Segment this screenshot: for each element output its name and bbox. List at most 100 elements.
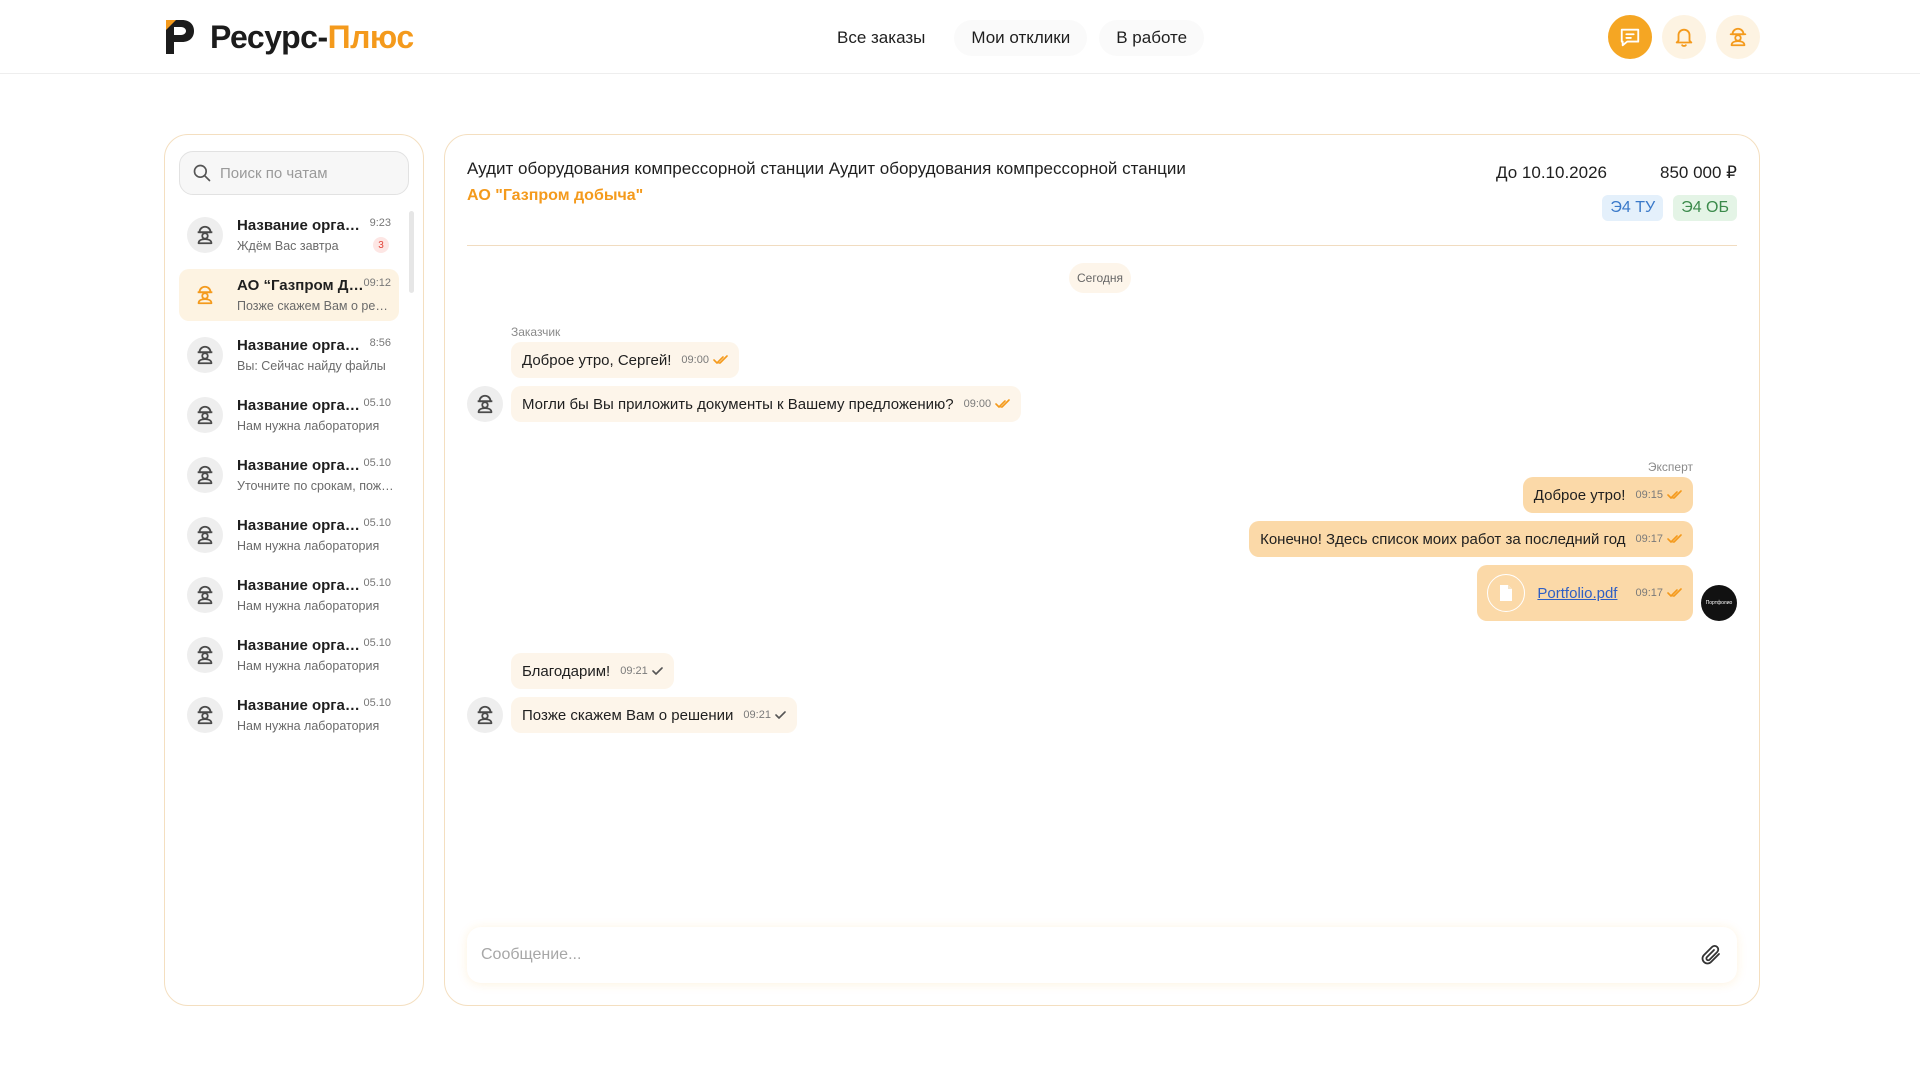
conversation-panel: Аудит оборудования компрессорной станции… [444,134,1760,1006]
customer-avatar [467,386,503,422]
worker-avatar-icon [477,705,493,725]
message-time: 09:17 [1635,587,1663,599]
single-check-icon [775,711,786,719]
chat-name: Название организации [237,397,367,414]
chat-preview: Вы: Сейчас найду файлы [237,359,386,373]
chat-list-scrollbar[interactable] [409,211,414,293]
worker-avatar-icon [197,225,213,245]
chat-name: Название организации [237,517,367,534]
nav-all-orders[interactable]: Все заказы [820,20,942,56]
message-text: Могли бы Вы приложить документы к Вашему… [522,395,954,413]
header-actions [1608,15,1760,59]
chat-preview: Нам нужна лаборатория [237,599,380,613]
search-icon [193,164,211,182]
chat-list-item[interactable]: Название организации Нам нужна лаборатор… [179,509,399,561]
chat-list-item[interactable]: Название организации Нам нужна лаборатор… [179,689,399,741]
chat-list-item[interactable]: Название организации Нам нужна лаборатор… [179,389,399,441]
chat-name: Название организации [237,577,367,594]
chat-preview: Позже скажем Вам о решении [237,299,395,313]
worker-avatar-icon [197,345,213,365]
chat-preview: Ждём Вас завтра [237,239,339,253]
file-link[interactable]: Portfolio.pdf [1537,585,1617,602]
notifications-button[interactable] [1662,15,1706,59]
double-check-icon [713,355,728,364]
double-check-icon [995,399,1010,408]
chat-time: 8:56 [369,337,391,349]
message-time: 09:21 [743,709,771,721]
chat-list-item-active[interactable]: АО “Газпром Добыча” Позже скажем Вам о р… [179,269,399,321]
chat-preview: Нам нужна лаборатория [237,539,380,553]
double-check-icon [1667,588,1682,597]
chat-avatar [187,577,223,613]
chat-preview: Нам нужна лаборатория [237,659,380,673]
chat-time: 05.10 [363,637,391,649]
expert-avatar: Портфолио [1701,585,1737,621]
chat-list-item[interactable]: Название организации Вы: Сейчас найду фа… [179,329,399,381]
message-time: 09:00 [963,398,992,410]
chat-name: Название организации [237,697,367,714]
chat-name: Название организации [237,337,367,354]
top-header: Ресурс-Плюс Все заказы Мои отклики В раб… [0,0,1920,74]
chat-search [179,151,409,195]
chat-list-item[interactable]: Название организации Нам нужна лаборатор… [179,569,399,621]
chats-button[interactable] [1608,15,1652,59]
chat-time: 05.10 [363,517,391,529]
customer-avatar [467,697,503,733]
order-deadline: До 10.10.2026 [1496,163,1607,182]
paperclip-icon[interactable] [1699,943,1723,967]
chat-name: Название организации [237,457,367,474]
chat-avatar [187,637,223,673]
chat-list-item[interactable]: Название организации Ждём Вас завтра 9:2… [179,209,399,261]
expert-avatar-text: Портфолио [1705,600,1733,606]
message-bubble-outgoing: Конечно! Здесь список моих работ за посл… [1249,521,1693,557]
order-title[interactable]: Аудит оборудования компрессорной станции… [467,159,1186,179]
message-bubble-incoming: Доброе утро, Сергей! 09:00 [511,342,739,378]
message-input[interactable] [481,946,1699,964]
message-bubble-incoming: Благодарим! 09:21 [511,653,674,689]
single-check-icon [651,667,663,675]
nav-my-responses[interactable]: Мои отклики [954,20,1088,56]
worker-avatar-icon [197,585,213,605]
chat-list-item[interactable]: Название организации Уточните по срокам,… [179,449,399,501]
brand-name: Ресурс-Плюс [210,18,414,55]
bell-icon [1675,28,1693,47]
double-check-icon [1667,490,1682,499]
worker-avatar-icon [477,394,493,414]
brand-logo[interactable]: Ресурс-Плюс [164,18,414,56]
chat-list-item[interactable]: Название организации Нам нужна лаборатор… [179,629,399,681]
sender-label-customer: Заказчик [511,325,561,339]
document-icon [1500,585,1513,601]
worker-profile-icon [1729,27,1747,47]
sender-label-expert: Эксперт [1647,460,1693,474]
chat-avatar [187,277,223,313]
message-text: Благодарим! [522,662,611,680]
message-time: 09:15 [1635,489,1663,501]
main-nav: Все заказы Мои отклики В работе [820,20,1205,56]
order-tags: Э4 ТУ Э4 ОБ [1602,195,1737,221]
worker-avatar-icon [197,285,213,305]
double-check-icon [1667,534,1682,543]
chat-time: 05.10 [363,697,391,709]
message-composer [467,927,1737,983]
chat-avatar [187,337,223,373]
chat-avatar [187,397,223,433]
chat-search-input[interactable] [220,164,400,182]
order-price: 850 000 ₽ [1660,163,1737,182]
tag-tu: Э4 ТУ [1602,195,1664,221]
chat-icon [1620,28,1640,47]
message-text: Конечно! Здесь список моих работ за посл… [1260,530,1626,548]
message-time: 09:21 [620,665,648,677]
chat-time: 05.10 [363,397,391,409]
chat-name: Название организации [237,637,367,654]
file-attachment-bubble[interactable]: Portfolio.pdf 09:17 [1477,565,1693,621]
chat-preview: Нам нужна лаборатория [237,419,380,433]
chat-preview: Уточните по срокам, пожалуйста [237,479,395,493]
header-divider [467,245,1737,246]
nav-in-progress[interactable]: В работе [1099,20,1205,56]
profile-button[interactable] [1716,15,1760,59]
chat-avatar [187,217,223,253]
message-time: 09:00 [681,354,709,366]
file-icon-wrap [1487,574,1526,612]
worker-avatar-icon [197,405,213,425]
order-company[interactable]: АО "Газпром добыча" [467,187,643,205]
